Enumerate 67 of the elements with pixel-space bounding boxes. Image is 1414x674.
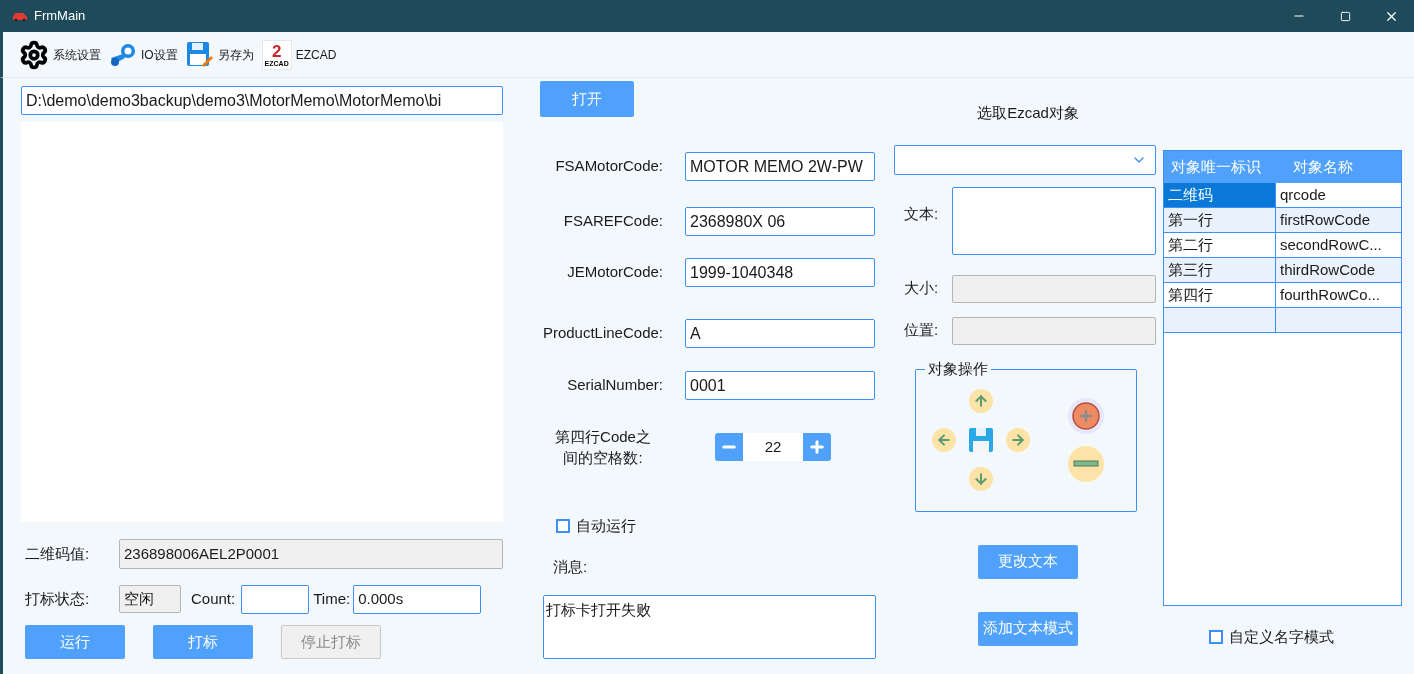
arrow-left-icon[interactable] [932,428,956,452]
table-row[interactable]: 第四行 fourthRowCo... [1164,283,1401,308]
auto-run-label: 自动运行 [576,516,636,536]
count-label: Count: [191,588,236,609]
toolbar-button[interactable]: 系统设置 [19,39,101,70]
table-cell: 第二行 [1164,233,1276,257]
message-field[interactable]: 打标卡打开失败 [543,595,876,659]
text-field[interactable]: 1999-1040348 [685,258,875,287]
spacing-label: 第四行Code之间的空格数: [554,427,652,468]
spacing-stepper[interactable]: 22 [715,433,831,461]
table-row[interactable]: 第二行 secondRowC... [1164,233,1401,258]
position-label: 位置: [904,320,940,341]
field-label: SerialNumber: [566,375,663,396]
table-row[interactable]: 第三行 thirdRowCode [1164,258,1401,283]
status-field: 空闲 [119,585,181,613]
gear-icon [19,39,49,70]
toolbar-button[interactable]: 另存为 [185,40,254,69]
text-field[interactable]: A [685,319,875,348]
maximize-icon [1339,10,1351,22]
path-field[interactable]: D:\demo\demo3backup\demo3\MotorMemo\MotorMemo\bi [21,86,503,115]
field-label: FSAMotorCode: [554,156,663,177]
column-header: 对象名称 [1292,156,1353,177]
count-field[interactable] [241,584,310,614]
minus-circle-icon[interactable] [1068,446,1104,482]
text-label: 文本: [904,203,940,224]
time-label: Time: [313,588,351,609]
text-field[interactable]: MOTOR MEMO 2W-PW [685,152,875,181]
custom-name-mode-label: 自定义名字模式 [1229,627,1334,647]
text-field[interactable]: 0001 [685,371,875,400]
text-field[interactable] [952,186,1156,255]
table-cell-text: firstRowCode [1279,209,1372,230]
arrow-up-icon[interactable] [969,389,993,413]
table-cell-text: thirdRowCode [1279,259,1377,280]
arrow-right-icon[interactable] [1006,428,1030,452]
table-row[interactable]: 第一行 firstRowCode [1164,208,1401,233]
table-cell: 第一行 [1164,208,1276,232]
group-title: 对象操作 [925,358,991,379]
floppy-disk-icon [185,40,214,69]
size-label: 大小: [904,278,940,299]
valve-icon [109,41,137,68]
table-cell: 二维码 [1164,183,1276,207]
table-cell-text: fourthRowCo... [1279,284,1382,305]
text-field[interactable]: 2368980X 06 [685,207,875,236]
table-cell-text: qrcode [1279,184,1327,205]
checkbox[interactable] [556,519,570,534]
table-cell: 第三行 [1164,258,1276,282]
panel-title: 选取Ezcad对象 [976,103,1080,123]
field-label: FSAREFCode: [562,211,663,232]
field-label: JEMotorCode: [566,262,663,283]
arrow-down-icon[interactable] [969,467,993,491]
car-icon [12,11,28,21]
window-title: FrmMain [34,7,86,26]
qr-value-field: 236898006AEL2P0001 [119,539,503,569]
field-label: ProductLineCode: [541,323,663,344]
checkbox[interactable] [1209,630,1223,645]
spacing-value: 22 [743,433,803,461]
column-header: 对象唯一标识 [1170,156,1262,177]
status-label: 打标状态: [24,588,91,609]
toolbar-button[interactable]: IO设置 [109,41,178,68]
table-row[interactable]: 二维码 qrcode [1164,183,1401,208]
plus-circle-icon[interactable] [1068,398,1104,434]
object-dropdown[interactable] [894,144,1156,175]
table-cell-text: secondRowC... [1279,234,1383,255]
table-cell: 第四行 [1164,283,1276,307]
qr-value-label: 二维码值: [24,543,91,564]
time-field[interactable]: 0.000s [353,584,482,614]
message-label: 消息: [553,556,589,577]
